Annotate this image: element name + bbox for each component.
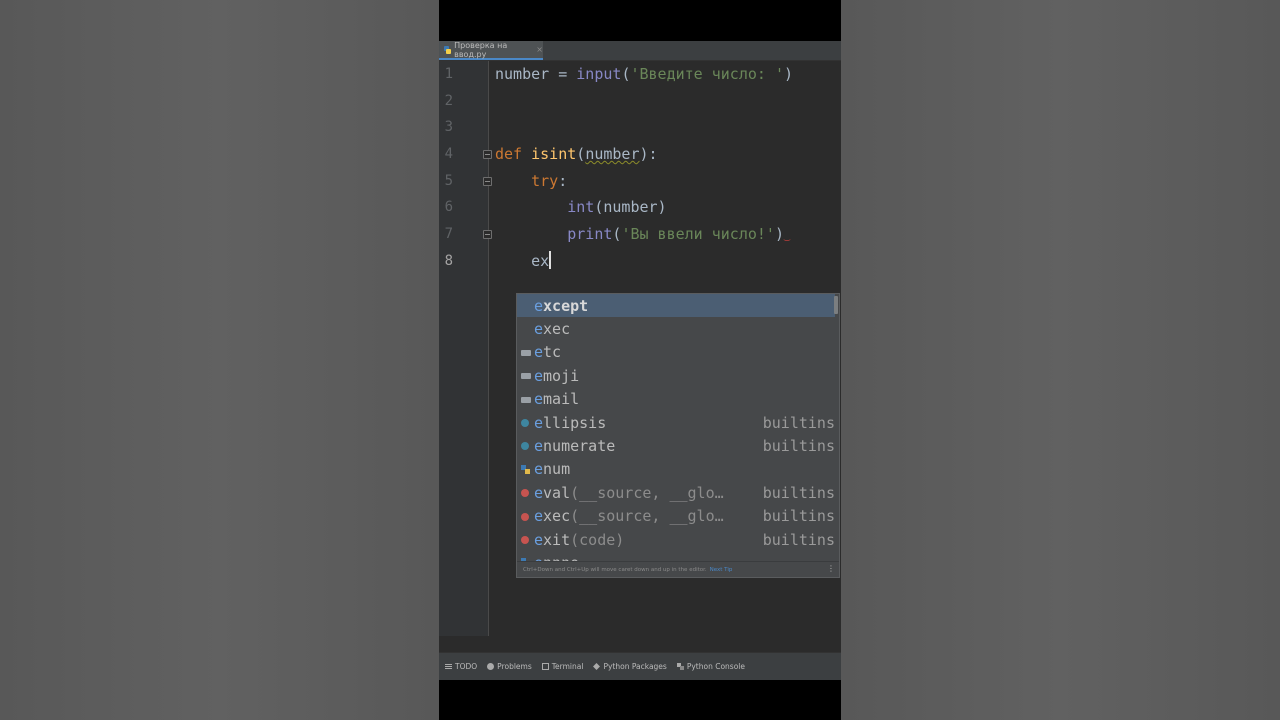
class-icon bbox=[521, 442, 529, 451]
completion-item[interactable]: emoji bbox=[517, 364, 835, 387]
completion-item[interactable]: exec(__source, __glo… builtins bbox=[517, 505, 835, 528]
completion-label: exec bbox=[534, 319, 571, 338]
line-number: 7 bbox=[444, 226, 453, 242]
error-marker-icon: ‿ bbox=[784, 231, 791, 242]
function-icon bbox=[521, 489, 529, 498]
console-icon bbox=[676, 663, 684, 670]
code-line-4: def isint(number): bbox=[495, 145, 658, 163]
function-name: isint bbox=[531, 145, 577, 163]
completion-label: etc bbox=[534, 343, 562, 362]
code-completion-popup: ennnoexit(code)builtinsexec(__source, __… bbox=[516, 293, 840, 578]
completion-type: builtins bbox=[762, 530, 835, 549]
completion-type: builtins bbox=[762, 413, 835, 432]
code-editor[interactable]: 1 2 3 4 5 6 7 8 number = input('Введите … bbox=[439, 61, 841, 636]
python-file-icon bbox=[444, 45, 452, 54]
completion-item[interactable]: exec bbox=[517, 317, 835, 340]
builtin-call: int bbox=[567, 198, 595, 216]
fold-marker-icon[interactable] bbox=[483, 177, 492, 186]
python-module-icon bbox=[521, 464, 530, 474]
builtin-call: print bbox=[567, 225, 613, 243]
ide-window: Проверка на ввод.py × 1 2 3 4 5 6 7 8 nu… bbox=[439, 41, 841, 680]
line-number: 3 bbox=[444, 119, 453, 135]
parameter-warning: number bbox=[585, 145, 640, 163]
blurred-background-left bbox=[0, 0, 439, 720]
popup-scrollbar[interactable] bbox=[834, 296, 838, 314]
completion-item[interactable]: ellipsis builtins bbox=[517, 411, 835, 434]
video-frame: Проверка на ввод.py × 1 2 3 4 5 6 7 8 nu… bbox=[439, 0, 841, 720]
problems-icon bbox=[487, 663, 495, 670]
completion-item[interactable]: etc bbox=[517, 341, 835, 364]
terminal-icon bbox=[541, 663, 549, 670]
fold-marker-icon[interactable] bbox=[483, 150, 492, 159]
close-icon[interactable]: × bbox=[536, 45, 543, 54]
folder-icon bbox=[521, 373, 531, 380]
next-tip-link[interactable]: Next Tip bbox=[710, 567, 733, 573]
code-line-8: ex bbox=[495, 248, 552, 274]
line-number: 5 bbox=[444, 173, 453, 189]
more-options-icon[interactable]: ⋮ bbox=[827, 565, 835, 573]
code-line-6: int(number) bbox=[567, 198, 667, 216]
code-line-1: number = input('Введите число: ') bbox=[495, 65, 794, 83]
python-console-tool-button[interactable]: Python Console bbox=[676, 662, 745, 671]
completion-item[interactable]: eval(__source, __glo… builtins bbox=[517, 481, 835, 504]
completion-footer: Ctrl+Down and Ctrl+Up will move caret do… bbox=[517, 561, 839, 577]
completion-label: eval(__source, __glo… bbox=[534, 483, 724, 502]
footer-hint: Ctrl+Down and Ctrl+Up will move caret do… bbox=[523, 566, 707, 573]
class-icon bbox=[521, 419, 529, 427]
todo-tool-button[interactable]: TODO bbox=[445, 662, 477, 671]
completion-item[interactable]: enumerate builtins bbox=[517, 434, 835, 457]
problems-tool-button[interactable]: Problems bbox=[487, 662, 532, 671]
completion-type: builtins bbox=[762, 507, 835, 526]
text-caret bbox=[549, 251, 552, 269]
fold-marker-icon[interactable] bbox=[483, 230, 492, 239]
completion-item[interactable]: except bbox=[517, 294, 835, 317]
completion-item[interactable]: enum bbox=[517, 458, 835, 481]
completion-type: builtins bbox=[762, 483, 835, 502]
terminal-tool-button[interactable]: Terminal bbox=[541, 662, 583, 671]
packages-icon bbox=[593, 663, 600, 670]
tab-filename: Проверка на ввод.py bbox=[454, 40, 508, 59]
folder-icon bbox=[521, 396, 531, 403]
tool-window-bar: TODO Problems Terminal Python Packages P… bbox=[439, 652, 841, 680]
line-number: 1 bbox=[444, 66, 453, 82]
folder-icon bbox=[521, 349, 531, 356]
completion-label: exec(__source, __glo… bbox=[534, 507, 724, 526]
line-number: 2 bbox=[444, 93, 453, 109]
completion-label: enum bbox=[534, 460, 571, 479]
python-packages-tool-button[interactable]: Python Packages bbox=[593, 662, 666, 671]
completion-label: ellipsis bbox=[534, 413, 607, 432]
code-line-5: try: bbox=[531, 172, 568, 190]
builtin-call: input bbox=[576, 65, 622, 83]
completion-item[interactable]: email bbox=[517, 388, 835, 411]
string-literal: 'Вы ввели число!' bbox=[621, 225, 775, 243]
string-literal: 'Введите число: ' bbox=[630, 65, 784, 83]
completion-label: exit(code) bbox=[534, 530, 625, 549]
keyword: def bbox=[495, 145, 523, 163]
line-number-current: 8 bbox=[444, 253, 453, 269]
line-gutter: 1 2 3 4 5 6 7 8 bbox=[439, 61, 492, 636]
completion-label: email bbox=[534, 390, 580, 409]
blurred-background-right bbox=[841, 0, 1280, 720]
completion-type: builtins bbox=[762, 436, 835, 455]
completion-label: emoji bbox=[534, 366, 580, 385]
list-icon bbox=[445, 663, 452, 670]
typed-text: ex bbox=[531, 252, 550, 270]
line-number: 4 bbox=[444, 146, 453, 162]
completion-label: enumerate bbox=[534, 436, 616, 455]
line-number: 6 bbox=[444, 199, 453, 215]
function-icon bbox=[521, 536, 529, 544]
variable: number bbox=[495, 65, 550, 83]
completion-label: except bbox=[534, 296, 589, 315]
completion-item[interactable]: exit(code) builtins bbox=[517, 528, 835, 551]
function-icon bbox=[521, 512, 529, 521]
code-line-7: print('Вы ввели число!')‿ bbox=[567, 225, 791, 243]
editor-tab-bar: Проверка на ввод.py × bbox=[439, 41, 841, 61]
editor-tab[interactable]: Проверка на ввод.py × bbox=[439, 41, 543, 60]
keyword: try bbox=[531, 172, 559, 190]
